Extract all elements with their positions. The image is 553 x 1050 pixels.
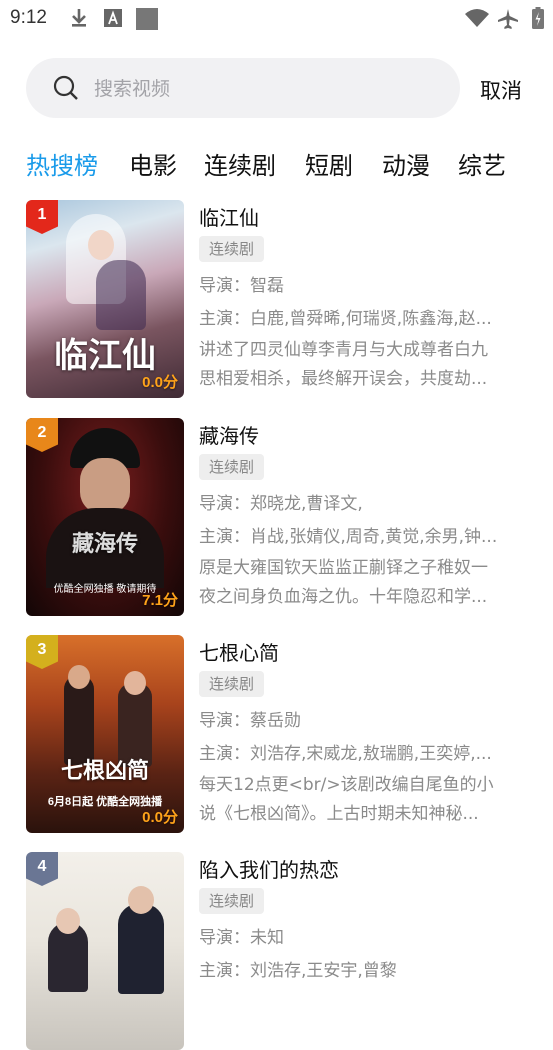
category-tag: 连续剧 <box>199 454 265 480</box>
category-tag: 连续剧 <box>199 671 265 697</box>
description-line-1: 每天12点更<br/>该剧改编自尾鱼的小 <box>199 775 494 795</box>
item-title[interactable]: 陷入我们的热恋 <box>199 854 339 883</box>
score-label: 0.0分 <box>142 809 178 826</box>
item-title[interactable]: 临江仙 <box>199 202 259 231</box>
tab-short-drama[interactable]: 短剧 <box>305 146 353 181</box>
tab-hot-search[interactable]: 热搜榜 <box>26 146 98 181</box>
poster-title-text: 七根凶简 <box>60 758 149 784</box>
search-input[interactable] <box>92 68 436 110</box>
cancel-button[interactable]: 取消 <box>480 75 522 105</box>
tab-variety[interactable]: 综艺 <box>458 146 506 181</box>
item-title[interactable]: 藏海传 <box>199 420 259 449</box>
status-time: 9:12 <box>10 7 47 28</box>
battery-icon <box>532 7 544 29</box>
poster-image[interactable]: 藏海传 优酷全网独播 敬请期待 2 7.1分 <box>26 418 184 616</box>
poster-title-text: 藏海传 <box>71 531 138 557</box>
tab-anime[interactable]: 动漫 <box>382 146 430 181</box>
airplane-icon <box>498 9 518 29</box>
score-label: 0.0分 <box>142 374 178 391</box>
square-icon <box>136 8 158 30</box>
wifi-icon <box>465 9 489 27</box>
item-title[interactable]: 七根心简 <box>199 637 279 666</box>
list-item[interactable]: 4 陷入我们的热恋 连续剧 导演：未知 主演：刘浩存,王安宇,曾黎 <box>0 852 553 1050</box>
category-tabs: 热搜榜 电影 连续剧 短剧 动漫 综艺 <box>0 146 553 182</box>
poster-image[interactable]: 4 <box>26 852 184 1050</box>
cast-text: 主演：肖战,张婧仪,周奇,黄觉,余男,钟... <box>199 527 498 547</box>
score-label: 7.1分 <box>142 592 178 609</box>
description-line-2: 说《七根凶简》。上古时期未知神秘... <box>199 804 479 824</box>
status-bar: 9:12 <box>0 0 553 38</box>
rank-badge: 2 <box>26 418 58 452</box>
tab-series[interactable]: 连续剧 <box>204 146 276 181</box>
poster-title-text: 临江仙 <box>54 336 156 376</box>
search-box[interactable] <box>26 58 460 118</box>
list-item[interactable]: 七根凶简 6月8日起 优酷全网独播 3 0.0分 七根心简 连续剧 导演：蔡岳勋… <box>0 635 553 835</box>
rank-badge: 3 <box>26 635 58 669</box>
poster-image[interactable]: 临江仙 1 0.0分 <box>26 200 184 398</box>
list-item[interactable]: 藏海传 优酷全网独播 敬请期待 2 7.1分 藏海传 连续剧 导演：郑晓龙,曹译… <box>0 418 553 618</box>
rank-badge: 1 <box>26 200 58 234</box>
category-tag: 连续剧 <box>199 236 265 262</box>
cast-text: 主演：刘浩存,宋威龙,敖瑞鹏,王奕婷,... <box>199 744 492 764</box>
poster-image[interactable]: 七根凶简 6月8日起 优酷全网独播 3 0.0分 <box>26 635 184 833</box>
director-text: 导演：未知 <box>199 928 284 948</box>
tab-movies[interactable]: 电影 <box>129 146 177 181</box>
director-text: 导演：智磊 <box>199 276 284 296</box>
description-line-2: 思相爱相杀，最终解开误会，共度劫... <box>199 369 488 389</box>
description-line-1: 原是大雍国钦天监监正蒯铎之子稚奴一 <box>199 558 488 578</box>
list-item[interactable]: 临江仙 1 0.0分 临江仙 连续剧 导演：智磊 主演：白鹿,曾舜晞,何瑞贤,陈… <box>0 200 553 400</box>
search-icon <box>53 75 78 100</box>
rank-badge: 4 <box>26 852 58 886</box>
description-line-1: 讲述了四灵仙尊李青月与大成尊者白九 <box>199 340 488 360</box>
search-bar: 取消 <box>0 58 553 120</box>
a-box-icon <box>104 9 122 27</box>
download-icon <box>72 9 86 27</box>
category-tag: 连续剧 <box>199 888 265 914</box>
cast-text: 主演：白鹿,曾舜晞,何瑞贤,陈鑫海,赵... <box>199 309 492 329</box>
director-text: 导演：蔡岳勋 <box>199 711 301 731</box>
description-line-2: 夜之间身负血海之仇。十年隐忍和学... <box>199 587 488 607</box>
director-text: 导演：郑晓龙,曹译文, <box>199 494 363 514</box>
cast-text: 主演：刘浩存,王安宇,曾黎 <box>199 961 397 981</box>
